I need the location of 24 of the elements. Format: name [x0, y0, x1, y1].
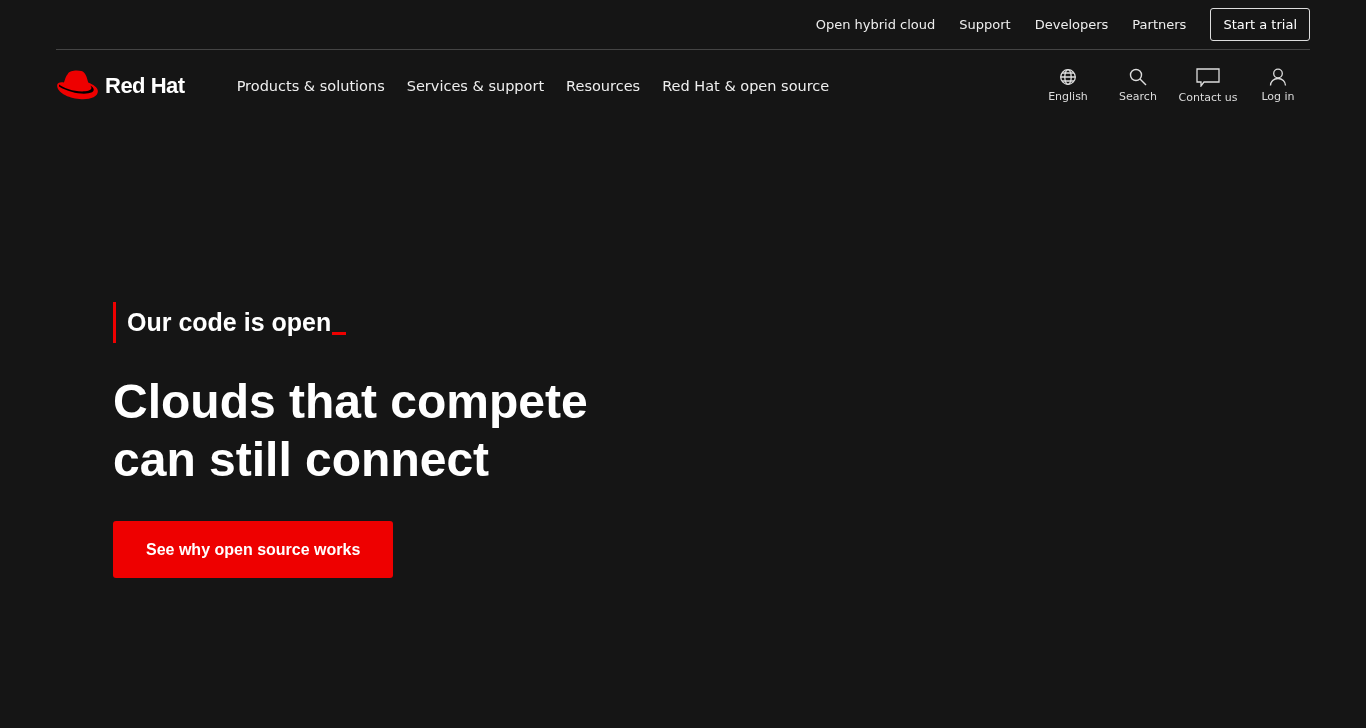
main-nav-link[interactable]: Services & support	[406, 78, 545, 94]
utility-link[interactable]: Log in	[1246, 68, 1310, 104]
top-nav-link[interactable]: Partners	[1132, 17, 1187, 32]
main-nav-link[interactable]: Red Hat & open source	[662, 78, 830, 94]
top-nav-link[interactable]: Developers	[1034, 17, 1109, 32]
utility-link[interactable]: Search	[1106, 68, 1170, 104]
accent-bar	[113, 302, 116, 343]
eyebrow-text: Our code is open	[127, 308, 332, 337]
hero-heading: Clouds that compete can still connect	[113, 374, 589, 488]
main-nav-link[interactable]: Resources	[566, 78, 641, 94]
cursor-mark	[332, 332, 347, 335]
utility-link[interactable]: English	[1036, 68, 1100, 104]
user-icon	[1269, 68, 1287, 86]
start-trial-button[interactable]: Start a trial	[1210, 8, 1310, 41]
logo-wordmark: Red Hat	[105, 73, 185, 99]
top-nav-link[interactable]: Open hybrid cloud	[815, 17, 936, 32]
search-icon	[1129, 68, 1147, 86]
logo-link[interactable]: Red Hat	[56, 69, 185, 103]
top-nav-link[interactable]: Support	[959, 17, 1011, 32]
chat-icon	[1196, 68, 1220, 87]
main-nav-link[interactable]: Products & solutions	[236, 78, 385, 94]
globe-icon	[1059, 68, 1077, 86]
cta-button[interactable]: See why open source works	[113, 521, 394, 578]
utility-link[interactable]: Contact us	[1176, 68, 1240, 104]
